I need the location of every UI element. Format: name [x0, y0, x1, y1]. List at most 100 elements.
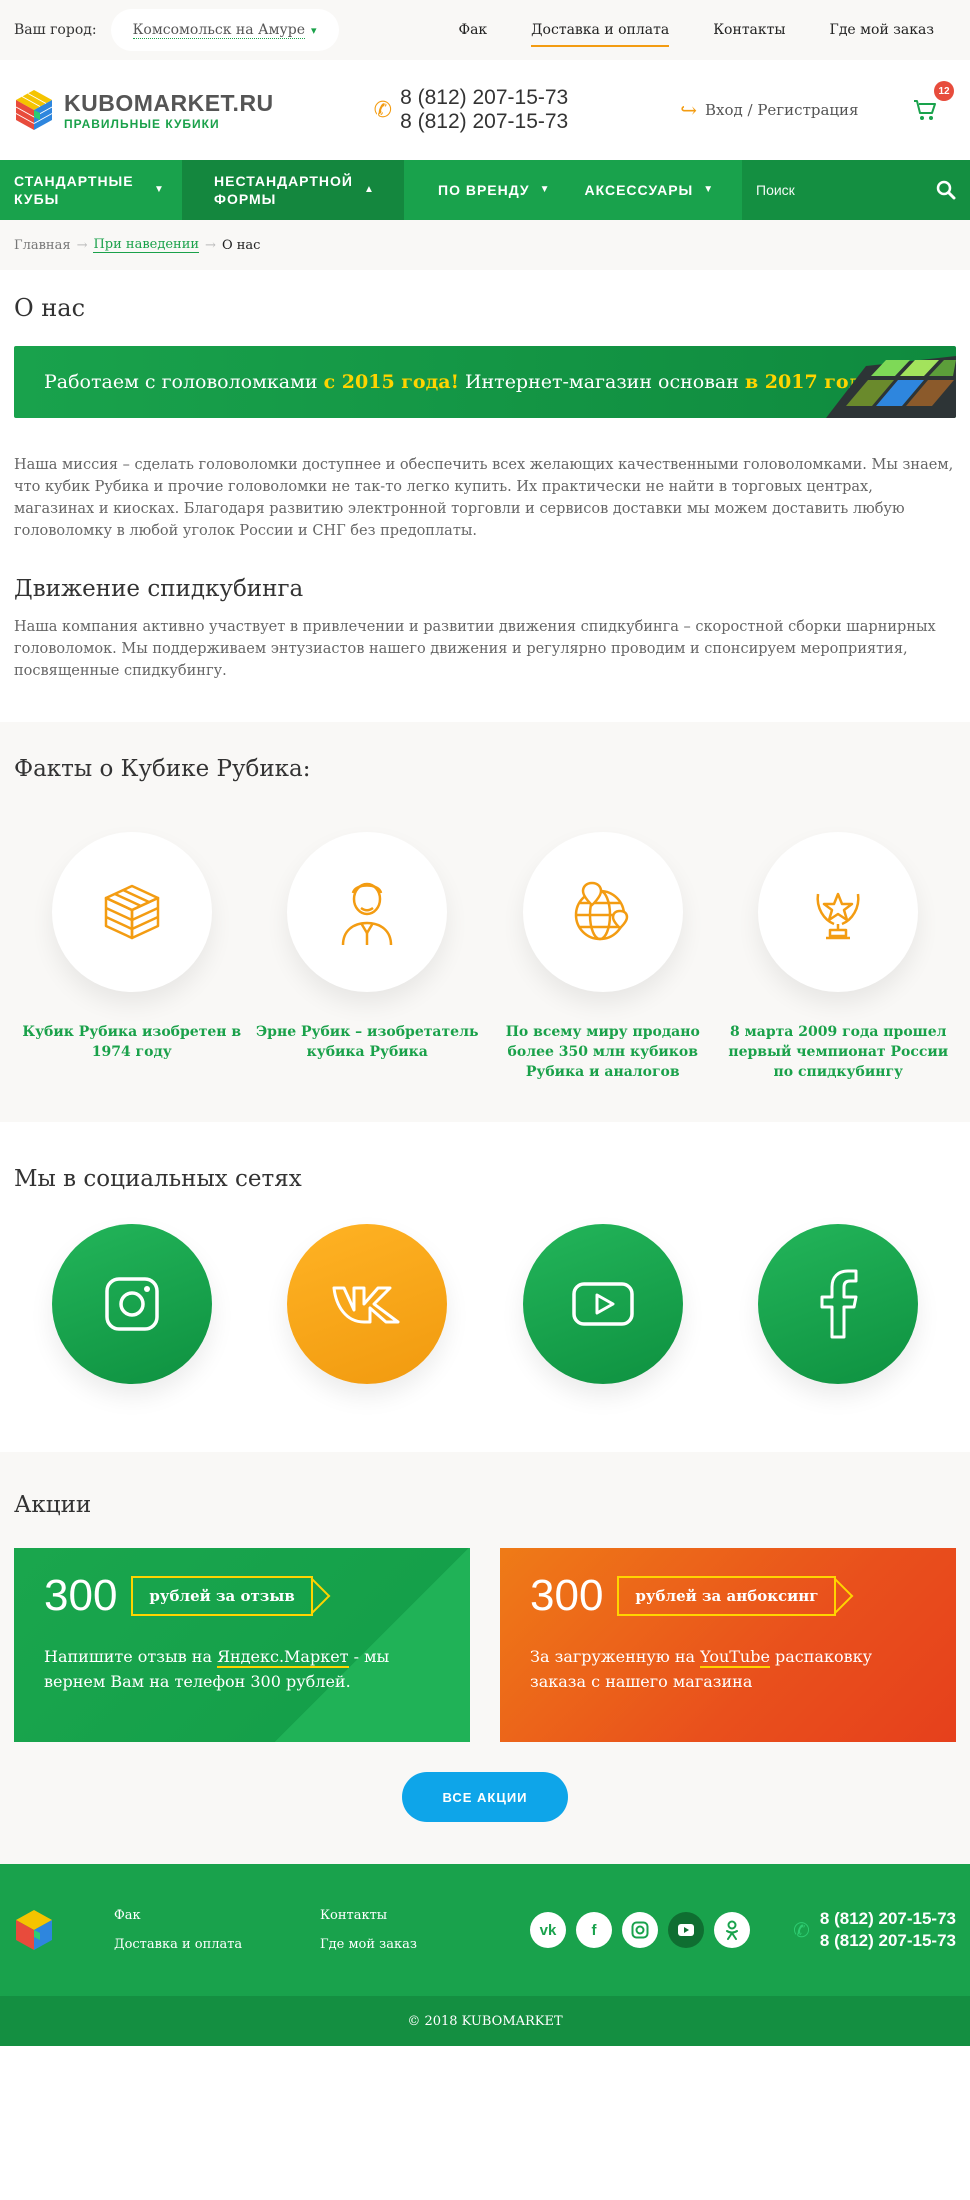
nav-item-nonstandard[interactable]: НЕСТАНДАРТНОЙ ФОРМЫ ▲ [182, 160, 404, 220]
phone-number[interactable]: 8 (812) 207-15-73 [820, 1908, 956, 1930]
nav-label: СТАНДАРТНЫЕ КУБЫ [14, 173, 134, 207]
social-section: Мы в социальных сетях [0, 1122, 970, 1452]
youtube-link[interactable] [522, 1224, 683, 1384]
logo-title: KUBOMARKET.RU [64, 89, 274, 116]
phone-icon: ✆ [793, 1918, 810, 1942]
banner-text: Работаем с головоломками с 2015 года! Ин… [44, 371, 882, 393]
city-label: Ваш город: [14, 22, 97, 38]
fact-card: По всему миру продано более 350 млн куби… [488, 832, 718, 1082]
promo-header: 300 рублей за анбоксинг [530, 1572, 926, 1620]
movement-title: Движение спидкубинга [14, 576, 304, 602]
phone-number[interactable]: 8 (812) 207-15-73 [400, 86, 568, 110]
top-link-order-status[interactable]: Где мой заказ [808, 0, 956, 60]
cube-logo-icon [15, 90, 53, 130]
phone-icon: ✆ [373, 97, 393, 123]
cart-button[interactable]: 12 [902, 81, 954, 133]
cube-icon [104, 884, 159, 940]
youtube-icon [572, 1282, 634, 1326]
fact-icon-circle [522, 832, 683, 992]
breadcrumb: Главная → При наведении → О нас [0, 220, 970, 270]
breadcrumb-separator: → [205, 237, 216, 253]
banner-highlight-2015: с 2015 года! [323, 371, 459, 393]
cart-icon [914, 100, 936, 120]
nav-item-brand[interactable]: ПО ВРЕНДУ ▼ [404, 160, 565, 220]
fact-card: Кубик Рубика изобретен в 1974 году [17, 832, 247, 1082]
login-link[interactable]: ↪ Вход / Регистрация [680, 98, 858, 122]
page-title: О нас [14, 294, 86, 322]
logo[interactable]: KUBOMARKET.RU ПРАВИЛЬНЫЕ КУБИКИ [14, 88, 274, 132]
banner-text-c: Интернет-магазин основан [458, 371, 745, 393]
odnoklassniki-icon[interactable] [714, 1912, 750, 1948]
facts-section: Факты о Кубике Рубика: Кубик Рубика изоб… [0, 722, 970, 1122]
promos-title: Акции [14, 1492, 92, 1518]
promo-description: За загруженную на YouTube распаковку зак… [530, 1644, 926, 1694]
footer-link-contacts[interactable]: Контакты [320, 1908, 490, 1923]
youtube-link-text[interactable]: YouTube [700, 1647, 770, 1668]
nav-label: НЕСТАНДАРТНОЙ ФОРМЫ [214, 173, 353, 207]
search-input[interactable]: Поиск [742, 160, 970, 220]
phone-number[interactable]: 8 (812) 207-15-73 [820, 1930, 956, 1952]
footer-link-order-status[interactable]: Где мой заказ [320, 1937, 490, 1952]
top-link-contacts[interactable]: Контакты [691, 0, 807, 60]
search-placeholder: Поиск [756, 182, 795, 198]
breadcrumb-home[interactable]: Главная [14, 238, 71, 253]
banner-text-a: Работаем с головоломками [44, 371, 324, 393]
footer-link-delivery[interactable]: Доставка и оплата [114, 1937, 320, 1952]
top-link-faq[interactable]: Фак [436, 0, 509, 60]
vk-icon[interactable]: vk [530, 1912, 566, 1948]
facebook-link[interactable] [758, 1224, 919, 1384]
top-links: Фак Доставка и оплата Контакты Где мой з… [436, 0, 956, 60]
promo-tag: рублей за анбоксинг [617, 1576, 837, 1616]
nav-label: АКСЕССУАРЫ [584, 182, 694, 198]
phone-number[interactable]: 8 (812) 207-15-73 [400, 110, 568, 134]
nav-item-standard[interactable]: СТАНДАРТНЫЕ КУБЫ ▼ [0, 160, 182, 220]
cart-count-badge: 12 [934, 81, 954, 101]
promo-description: Напишите отзыв на Яндекс.Маркет - мы вер… [44, 1644, 440, 1694]
instagram-icon[interactable] [622, 1912, 658, 1948]
header: KUBOMARKET.RU ПРАВИЛЬНЫЕ КУБИКИ ✆ 8 (812… [0, 60, 970, 160]
promo-card-review[interactable]: 300 рублей за отзыв Напишите отзыв на Ян… [14, 1548, 470, 1742]
search-icon[interactable] [936, 180, 956, 200]
instagram-icon [105, 1277, 159, 1331]
header-phones: ✆ 8 (812) 207-15-73 8 (812) 207-15-73 [374, 86, 569, 134]
breadcrumb-parent[interactable]: При наведении [93, 237, 200, 253]
breadcrumb-separator: → [76, 237, 88, 253]
footer-link-faq[interactable]: Фак [114, 1908, 320, 1923]
cube-logo-icon[interactable] [14, 1908, 54, 1952]
mission-paragraph: Наша миссия – сделать головоломки доступ… [14, 457, 954, 539]
all-promos-button[interactable]: ВСЕ АКЦИИ [402, 1772, 568, 1822]
promos-section: Акции 300 рублей за отзыв Напишите отзыв… [0, 1452, 970, 1864]
promo-desc-a: За загруженную на [530, 1647, 701, 1666]
top-link-delivery[interactable]: Доставка и оплата [509, 0, 691, 60]
promo-card-unboxing[interactable]: 300 рублей за анбоксинг За загруженную н… [500, 1548, 956, 1742]
copyright: © 2018 KUBOMARKET [0, 1996, 970, 2046]
fact-card: Эрне Рубик – изобретатель кубика Рубика [252, 832, 482, 1082]
footer-social-icons: vk f [530, 1912, 750, 1948]
fact-text: 8 марта 2009 года прошел первый чемпиона… [728, 1024, 949, 1080]
promo-amount: 300 [44, 1571, 118, 1620]
chevron-down-icon: ▾ [311, 23, 317, 37]
about-content: О нас Работаем с головоломками с 2015 го… [0, 294, 970, 682]
youtube-icon[interactable] [668, 1912, 704, 1948]
facebook-icon[interactable]: f [576, 1912, 612, 1948]
yandex-market-link[interactable]: Яндекс.Маркет [217, 1647, 349, 1668]
fact-text: Кубик Рубика изобретен в 1974 году [22, 1024, 242, 1060]
instagram-link[interactable] [51, 1224, 212, 1384]
footer-links: Фак Контакты Доставка и оплата Где мой з… [114, 1908, 490, 1952]
top-bar: Ваш город: Комсомольск на Амуре ▾ Фак До… [0, 0, 970, 60]
city-select[interactable]: Комсомольск на Амуре ▾ [110, 9, 339, 51]
chevron-down-icon: ▼ [154, 184, 165, 195]
logo-subtitle: ПРАВИЛЬНЫЕ КУБИКИ [64, 116, 220, 131]
promo-header: 300 рублей за отзыв [44, 1572, 440, 1620]
trophy-icon [816, 892, 860, 940]
breadcrumb-current: О нас [221, 237, 261, 253]
login-arrow-icon: ↪ [680, 98, 697, 122]
vk-link[interactable] [287, 1224, 448, 1384]
fact-icon-circle [51, 832, 212, 992]
fact-text: Эрне Рубик – изобретатель кубика Рубика [256, 1024, 479, 1060]
footer: Фак Контакты Доставка и оплата Где мой з… [0, 1864, 970, 1996]
nav-item-accessories[interactable]: АКСЕССУАРЫ ▼ [565, 160, 729, 220]
history-banner: Работаем с головоломками с 2015 года! Ин… [14, 346, 956, 418]
main-nav: СТАНДАРТНЫЕ КУБЫ ▼ НЕСТАНДАРТНОЙ ФОРМЫ ▲… [0, 160, 970, 220]
fact-text: По всему миру продано более 350 млн куби… [505, 1024, 700, 1080]
